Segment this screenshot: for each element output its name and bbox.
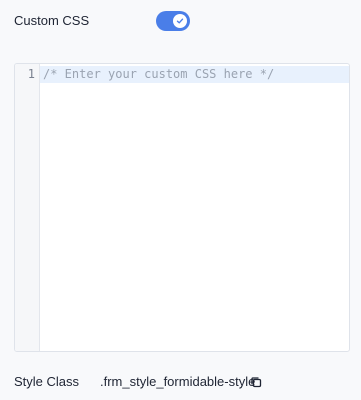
style-class-row: Style Class .frm_style_formidable-style xyxy=(14,374,354,392)
line-number: 1 xyxy=(27,67,35,81)
custom-css-toggle[interactable] xyxy=(156,11,190,31)
editor-gutter: 1 xyxy=(15,64,40,351)
css-code-editor[interactable]: 1 /* Enter your custom CSS here */ xyxy=(14,63,350,352)
style-class-value: .frm_style_formidable-style xyxy=(100,374,256,389)
toggle-knob xyxy=(173,14,187,28)
editor-placeholder[interactable]: /* Enter your custom CSS here */ xyxy=(43,67,274,81)
style-class-label: Style Class xyxy=(14,374,80,389)
custom-css-label: Custom CSS xyxy=(14,13,90,28)
check-icon xyxy=(176,18,184,24)
copy-icon[interactable] xyxy=(250,376,262,388)
custom-css-row: Custom CSS xyxy=(14,11,354,31)
